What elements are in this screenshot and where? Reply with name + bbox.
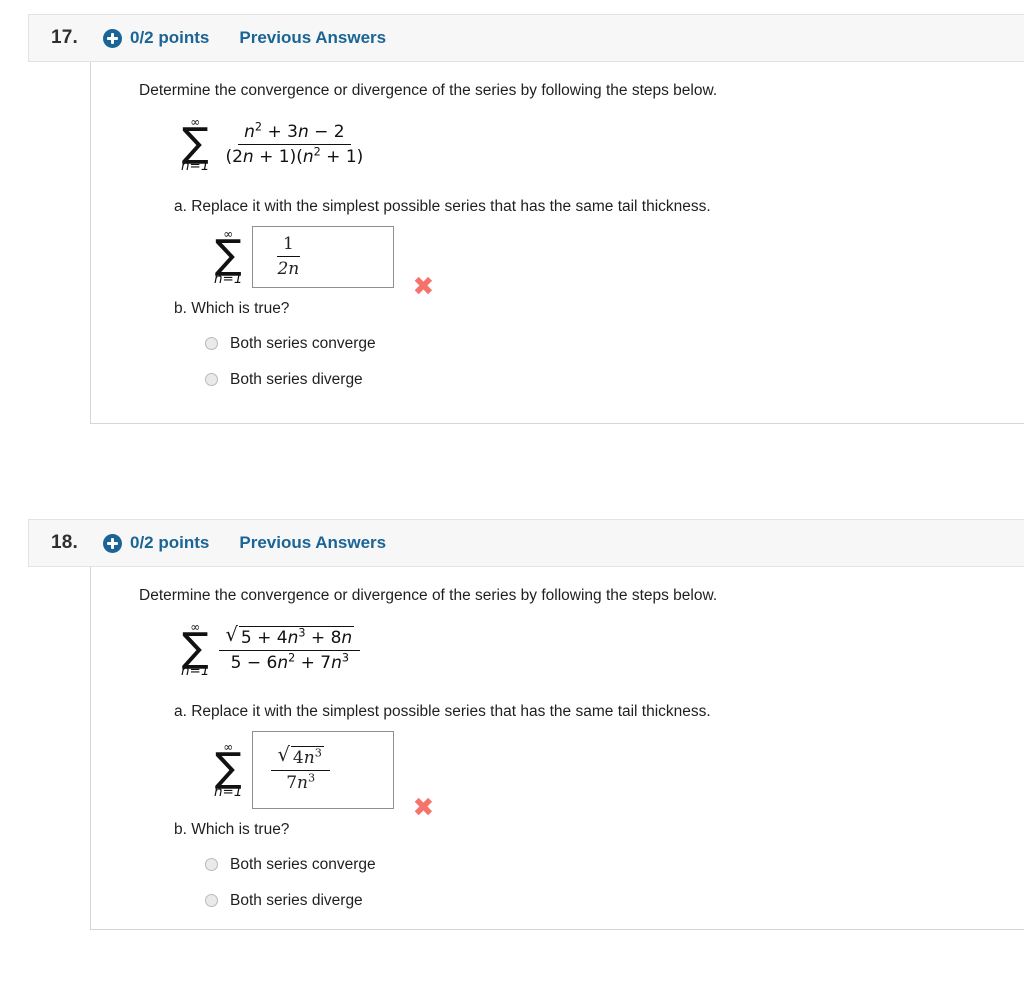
incorrect-mark-icon: ✖ [412, 271, 435, 302]
answer-denominator: 7n3 [286, 771, 316, 794]
question-body-18: Determine the convergence or divergence … [90, 567, 1024, 930]
answer-summation-symbol: ∞ ∑ n=1 [214, 741, 242, 799]
answer-numerator: √ 4n3 [271, 743, 330, 772]
choice-label: Both series converge [230, 334, 376, 352]
series-expression-18: ∞ ∑ n=1 √ 5 + 4n3 + 8n 5 − 6n2 + 7n3 [139, 621, 1024, 679]
question-header-17: 17. 0/2 points Previous Answers [28, 14, 1024, 62]
series-fraction: n2 + 3n − 2 (2n + 1)(n2 + 1) [219, 122, 369, 168]
previous-answers-link[interactable]: Previous Answers [239, 28, 386, 48]
radio-button-icon[interactable] [205, 337, 218, 351]
choice-option[interactable]: Both series converge [205, 326, 1024, 362]
plus-circle-icon[interactable] [103, 533, 122, 553]
choice-label: Both series diverge [230, 891, 363, 909]
incorrect-mark-icon: ✖ [412, 792, 435, 823]
answer-input-box[interactable]: 1 2n [252, 225, 395, 288]
choice-option[interactable]: Both series converge [205, 847, 1024, 883]
choice-label: Both series converge [230, 855, 376, 873]
radio-button-icon[interactable] [205, 858, 218, 872]
answer-row-18: ∞ ∑ n=1 √ 4n3 7n3 ✖ [139, 730, 1024, 821]
points-label: 0/2 points [130, 28, 210, 47]
sigma-glyph: ∑ [181, 624, 209, 671]
page-root: 17. 0/2 points Previous Answers Determin… [0, 0, 1024, 985]
answer-sum-lower-limit: n=1 [214, 783, 243, 800]
question-body-17: Determine the convergence or divergence … [90, 62, 1024, 424]
summation-symbol: ∞ ∑ n=1 [181, 621, 209, 679]
series-expression-17: ∞ ∑ n=1 n2 + 3n − 2 (2n + 1)(n2 + 1) [139, 116, 1024, 174]
question-number: 18. [51, 532, 79, 553]
previous-answers-link[interactable]: Previous Answers [239, 533, 386, 553]
points-label: 0/2 points [130, 533, 210, 552]
summation-symbol: ∞ ∑ n=1 [181, 116, 209, 174]
fraction-numerator: √ 5 + 4n3 + 8n [219, 623, 361, 652]
part-a-label: a. Replace it with the simplest possible… [174, 197, 711, 215]
sum-lower-limit: n=1 [181, 158, 210, 175]
answer-numerator: 1 [276, 234, 300, 258]
square-root-icon: √ 5 + 4n3 + 8n [225, 623, 355, 649]
series-fraction: √ 5 + 4n3 + 8n 5 − 6n2 + 7n3 [219, 623, 361, 674]
answer-row-17: ∞ ∑ n=1 1 2n ✖ [139, 225, 1024, 300]
answer-input-box[interactable]: √ 4n3 7n3 [252, 730, 395, 809]
answer-denominator: 2n [277, 259, 300, 280]
answer-summation-symbol: ∞ ∑ n=1 [214, 228, 242, 286]
question-number: 17. [51, 27, 79, 48]
choice-group-18: Both series converge Both series diverge [139, 847, 1024, 919]
sigma-glyph: ∑ [181, 119, 209, 166]
sum-lower-limit: n=1 [181, 663, 210, 680]
question-block-17: 17. 0/2 points Previous Answers Determin… [28, 14, 1024, 424]
answer-fraction: √ 4n3 7n3 [271, 743, 330, 794]
answer-sigma-glyph: ∑ [214, 744, 242, 791]
question-block-18: 18. 0/2 points Previous Answers Determin… [28, 519, 1024, 930]
fraction-denominator: (2n + 1)(n2 + 1) [225, 145, 364, 168]
question-prompt: Determine the convergence or divergence … [139, 587, 718, 604]
choice-option[interactable]: Both series diverge [205, 362, 1024, 398]
question-header-18: 18. 0/2 points Previous Answers [28, 519, 1024, 567]
part-a-label: a. Replace it with the simplest possible… [174, 702, 711, 720]
fraction-numerator: n2 + 3n − 2 [238, 122, 351, 146]
square-root-icon: √ 4n3 [277, 743, 324, 769]
question-prompt: Determine the convergence or divergence … [139, 82, 718, 99]
part-b-label: b. Which is true? [174, 299, 290, 317]
answer-fraction: 1 2n [271, 234, 305, 279]
answer-sum-lower-limit: n=1 [214, 270, 243, 287]
plus-circle-icon[interactable] [103, 28, 122, 48]
choice-label: Both series diverge [230, 370, 363, 388]
answer-sigma-glyph: ∑ [214, 231, 242, 278]
radio-button-icon[interactable] [205, 894, 218, 908]
choice-option[interactable]: Both series diverge [205, 883, 1024, 919]
part-b-label: b. Which is true? [174, 820, 290, 838]
radio-button-icon[interactable] [205, 373, 218, 387]
choice-group-17: Both series converge Both series diverge [139, 326, 1024, 398]
fraction-denominator: 5 − 6n2 + 7n3 [230, 651, 350, 674]
